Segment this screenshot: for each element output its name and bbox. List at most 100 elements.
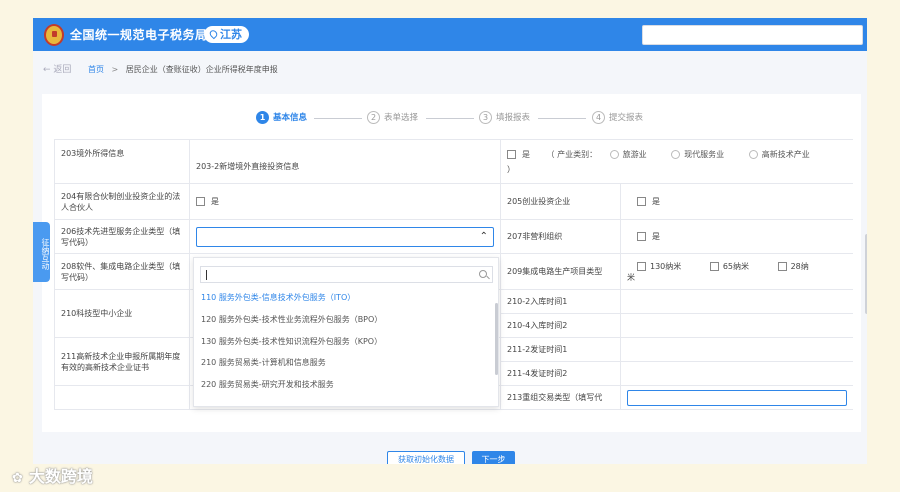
dropdown-option[interactable]: 110 服务外包类-信息技术外包服务（ITO）: [201, 291, 355, 305]
row-label: 211高新技术企业申报所属期年度有效的高新技术企业证书: [54, 337, 190, 386]
step-2-label: 表单选择: [384, 113, 419, 123]
chevron-up-icon: ⌃: [479, 230, 488, 242]
chip-option-wrap: 米: [627, 272, 635, 282]
search-icon: [479, 270, 487, 278]
dropdown-option[interactable]: 220 服务贸易类-研究开发和技术服务: [201, 378, 334, 392]
chip-option: 130纳米: [650, 261, 682, 271]
text-caret: [206, 270, 207, 280]
value-cell: 是: [189, 183, 501, 220]
back-link[interactable]: ← 返回: [43, 65, 71, 75]
row-label: 208软件、集成电路企业类型（填写代码）: [54, 253, 190, 290]
date-cell[interactable]: [619, 289, 853, 314]
industry-cell: 是 （ 产业类别： 旅游业 现代服务业 高新技术产业 ）: [499, 139, 853, 184]
checkbox-207[interactable]: [637, 232, 646, 241]
radio-tourism[interactable]: [609, 149, 619, 159]
checkbox-28nm[interactable]: [777, 261, 787, 271]
form-footer: 获取初始化数据 下一步: [33, 434, 867, 464]
checkbox-204[interactable]: [196, 197, 205, 206]
step-connector: [538, 118, 586, 119]
dropdown-option[interactable]: 120 服务外包类-技术性业务流程外包服务（BPO）: [201, 313, 382, 327]
checkbox-130nm[interactable]: [637, 261, 646, 271]
table-row: 204有限合伙制创业投资企业的法人合伙人 是 205创业投资企业 是: [54, 183, 853, 220]
service-type-select[interactable]: ⌃: [196, 226, 494, 247]
row-label: 203境外所得信息: [54, 139, 190, 184]
radio-modern-services[interactable]: [671, 149, 681, 159]
table-row: 206技术先进型服务企业类型（填写代码） ⌃ 207非营利组织 是: [54, 219, 853, 254]
table-scrollbar[interactable]: [865, 234, 867, 314]
row-label: 209集成电路生产项目类型: [500, 253, 621, 290]
step-3-label: 填报报表: [496, 113, 531, 123]
service-type-dropdown: 110 服务外包类-信息技术外包服务（ITO） 120 服务外包类-技术性业务流…: [193, 257, 499, 407]
step-2[interactable]: 2 表单选择: [367, 111, 418, 125]
row-label: [54, 385, 190, 410]
yes-label: 是: [211, 197, 219, 206]
value-cell: 是: [619, 219, 853, 254]
row-label: 211-4发证时间2: [500, 361, 621, 386]
step-1[interactable]: 1 基本信息: [256, 111, 307, 125]
radio-high-tech[interactable]: [748, 149, 758, 159]
row-label: 206技术先进型服务企业类型（填写代码）: [54, 219, 190, 254]
breadcrumb-home[interactable]: 首页: [88, 65, 104, 74]
industry-option: 高新技术产业: [761, 149, 810, 159]
industry-option: 旅游业: [622, 149, 647, 159]
breadcrumb-current: 居民企业（查账征收）企业所得税年度申报: [125, 65, 278, 74]
top-bar: 全国统一规范电子税务局 江苏: [33, 18, 867, 51]
back-label: 返回: [53, 65, 72, 75]
watermark-text: 大数跨境: [28, 467, 93, 486]
row-label: 205创业投资企业: [500, 183, 621, 220]
step-1-label: 基本信息: [273, 113, 308, 123]
interaction-side-tab[interactable]: 征纳互动: [33, 222, 50, 282]
value-cell: ⌃: [189, 219, 501, 254]
dropdown-option[interactable]: 130 服务外包类-技术性知识流程外包服务（KPO）: [201, 335, 382, 349]
step-3[interactable]: 3 填报报表: [479, 111, 530, 125]
breadcrumb-separator: >: [111, 65, 119, 74]
step-2-number: 2: [367, 111, 380, 124]
site-title: 全国统一规范电子税务局: [70, 28, 208, 42]
yes-label: 是: [522, 149, 530, 159]
checkbox-205[interactable]: [637, 197, 646, 206]
chip-option: 65纳米: [722, 261, 750, 271]
region-selector[interactable]: 江苏: [204, 26, 249, 43]
reorg-type-input[interactable]: [627, 389, 848, 406]
checkbox-65nm[interactable]: [709, 261, 719, 271]
step-4-number: 4: [592, 111, 605, 124]
industry-label: （ 产业类别：: [546, 149, 598, 159]
step-4[interactable]: 4 提交报表: [592, 111, 643, 125]
dropdown-option[interactable]: 210 服务贸易类-计算机和信息服务: [201, 356, 326, 370]
row-label: 211-2发证时间1: [500, 337, 621, 362]
value-cell: 130纳米 65纳米 28纳 米: [619, 253, 853, 290]
chip-option: 28纳: [790, 261, 809, 271]
step-3-number: 3: [479, 111, 492, 124]
yes-label: 是: [652, 232, 660, 241]
tax-app-window: 全国统一规范电子税务局 江苏 ← 返回 首页 > 居民企业（查账征收）企业所得税…: [33, 18, 867, 464]
row-sub-label: 203-2新增境外直接投资信息: [189, 139, 501, 184]
industry-option: 现代服务业: [684, 149, 725, 159]
next-step-button[interactable]: 下一步: [472, 451, 515, 464]
step-connector: [426, 118, 474, 119]
row-label: 213重组交易类型（填写代: [500, 385, 621, 410]
step-indicator: 1 基本信息 2 表单选择 3 填报报表 4 提交报表: [42, 111, 861, 127]
location-pin-icon: [208, 28, 219, 40]
fetch-initial-data-button[interactable]: 获取初始化数据: [387, 451, 465, 464]
top-search-input[interactable]: [642, 25, 863, 45]
date-cell[interactable]: [619, 361, 853, 386]
watermark-logo: ✿ 大数跨境: [12, 467, 93, 486]
step-connector: [314, 118, 362, 119]
dropdown-search-input[interactable]: [200, 266, 493, 283]
table-row: 203境外所得信息 203-2新增境外直接投资信息 是 （ 产业类别： 旅游业 …: [54, 139, 853, 184]
row-label: 204有限合伙制创业投资企业的法人合伙人: [54, 183, 190, 220]
region-label: 江苏: [220, 28, 242, 41]
step-1-number: 1: [256, 111, 269, 124]
row-label: 207非营利组织: [500, 219, 621, 254]
date-cell[interactable]: [619, 337, 853, 362]
step-4-label: 提交报表: [609, 113, 644, 123]
row-label: 210科技型中小企业: [54, 289, 190, 338]
value-cell: [619, 385, 853, 410]
row-label: 210-4入库时间2: [500, 313, 621, 338]
value-cell: 是: [619, 183, 853, 220]
checkbox-203[interactable]: [507, 149, 516, 159]
dropdown-scrollbar[interactable]: [495, 303, 498, 375]
date-cell[interactable]: [619, 313, 853, 338]
breadcrumb: ← 返回 首页 > 居民企业（查账征收）企业所得税年度申报: [43, 62, 278, 75]
yes-label: 是: [652, 197, 660, 206]
